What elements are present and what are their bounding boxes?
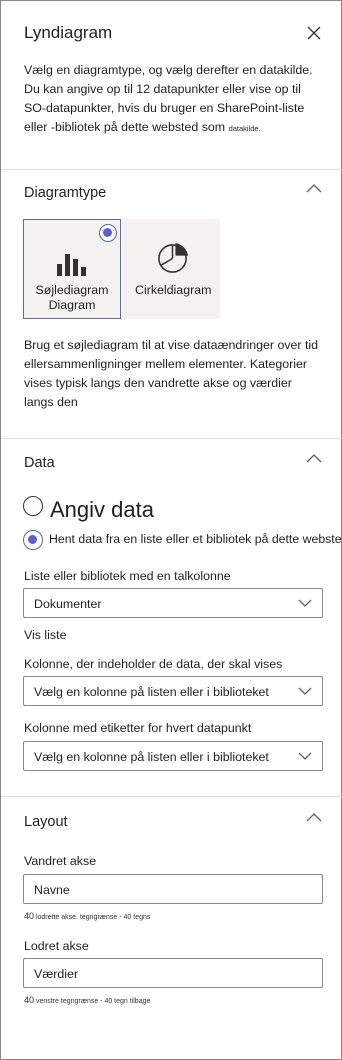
y-axis-helper: 40 venstre tegngrænse - 40 tegn tilbage — [24, 995, 150, 1005]
pie-chart-icon — [158, 242, 189, 273]
chevron-up-icon[interactable] — [306, 453, 322, 465]
x-axis-helper: 40 lodrette akse. tegngrænse - 40 tegns — [24, 911, 150, 921]
column-dropdown[interactable]: Vælg en kolonne på listen eller i biblio… — [23, 676, 323, 706]
close-icon[interactable] — [306, 25, 322, 41]
show-list-link[interactable]: Vis liste — [24, 628, 66, 642]
y-axis-input[interactable]: Værdier — [23, 958, 323, 988]
labels-label: Kolonne med etiketter for hvert datapunk… — [24, 721, 252, 735]
x-axis-helper-count: 40 — [24, 911, 35, 921]
intro-text: Vælg en diagramtype, og vælg derefter en… — [24, 63, 313, 134]
chart-type-description: Brug et søjlediagram til at vise dataænd… — [24, 338, 319, 409]
radio-manual-data-label: Angiv data — [50, 497, 154, 522]
chart-option-pie[interactable]: Cirkeldiagram — [122, 219, 220, 319]
list-dropdown-value: Dokumenter — [34, 597, 102, 611]
chevron-down-icon — [298, 687, 312, 695]
radio-list-data-label: Hent data fra en liste eller et bibliote… — [49, 532, 342, 546]
panel-intro: Vælg en diagramtype, og vælg derefter en… — [24, 61, 324, 138]
divider — [1, 796, 342, 797]
x-axis-label: Vandret akse — [24, 854, 97, 868]
chart-option-label: Cirkeldiagram — [135, 283, 212, 297]
radio-manual-data[interactable] — [23, 496, 43, 516]
intro-tail: datakilde. — [228, 124, 261, 133]
x-axis-input-value: Navne — [34, 883, 70, 897]
divider — [1, 438, 342, 439]
labels-dropdown[interactable]: Vælg en kolonne på listen eller i biblio… — [23, 741, 323, 771]
section-title-chart-type: Diagramtype — [24, 185, 107, 201]
section-title-data: Data — [24, 455, 55, 471]
chart-option-bar[interactable]: Søjlediagram Diagram — [23, 219, 121, 319]
chevron-down-icon — [298, 752, 312, 760]
y-axis-helper-text: venstre tegngrænse - 40 tegn tilbage — [35, 998, 151, 1005]
panel-title: Lyndiagram — [24, 23, 113, 42]
list-label: Liste eller bibliotek med en talkolonne — [24, 569, 231, 583]
chevron-up-icon[interactable] — [306, 183, 322, 195]
list-dropdown[interactable]: Dokumenter — [23, 588, 323, 618]
chart-settings-panel: Lyndiagram Vælg en diagramtype, og vælg … — [0, 0, 342, 1060]
bar-chart-icon — [57, 254, 86, 276]
selected-indicator — [99, 224, 117, 242]
y-axis-input-value: Værdier — [34, 967, 79, 981]
chevron-down-icon — [298, 599, 312, 607]
column-label: Kolonne, der indeholder de data, der ska… — [24, 657, 283, 671]
radio-list-data[interactable] — [23, 530, 43, 550]
chart-option-label: Diagram — [48, 298, 96, 312]
chart-option-label: Søjlediagram — [35, 283, 109, 297]
chevron-up-icon[interactable] — [306, 812, 322, 824]
y-axis-label: Lodret akse — [24, 939, 89, 953]
column-dropdown-value: Vælg en kolonne på listen eller i biblio… — [34, 685, 269, 699]
x-axis-helper-text: lodrette akse. tegngrænse - 40 tegns — [35, 914, 151, 921]
labels-dropdown-value: Vælg en kolonne på listen eller i biblio… — [34, 750, 269, 764]
divider — [1, 169, 342, 170]
x-axis-input[interactable]: Navne — [23, 874, 323, 904]
section-title-layout: Layout — [24, 814, 68, 830]
y-axis-helper-count: 40 — [24, 995, 35, 1005]
